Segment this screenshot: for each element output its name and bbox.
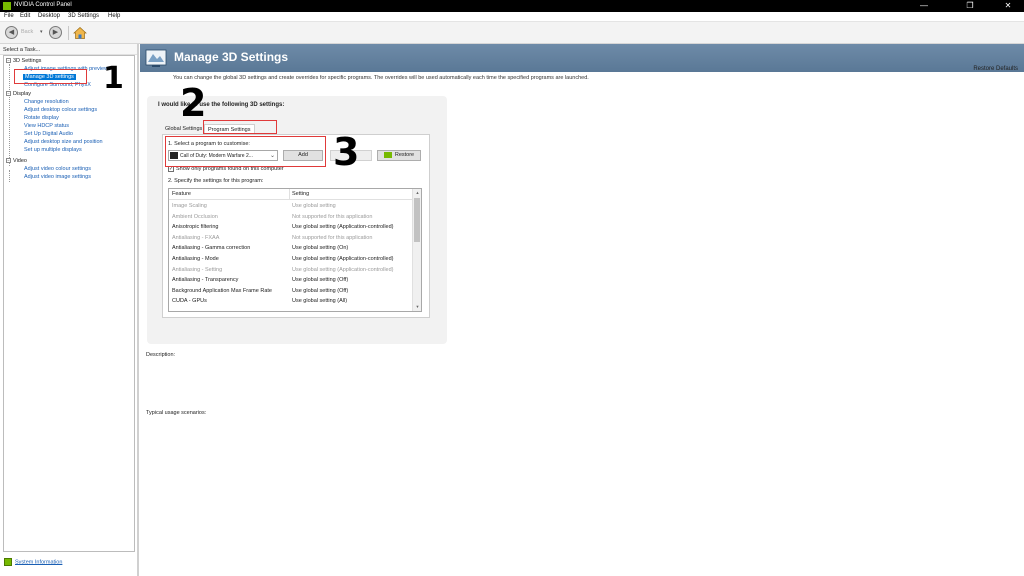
settings-heading: I would like to use the following 3D set… — [158, 102, 285, 108]
maximize-button[interactable]: ❐ — [956, 0, 984, 12]
close-button[interactable]: ✕ — [994, 0, 1022, 12]
left-arrow-icon: ◀ — [8, 29, 15, 36]
back-label: Back — [21, 29, 34, 35]
restore-program-button[interactable]: Restore — [377, 150, 421, 161]
step-number-3: 3 — [333, 130, 360, 174]
task-adjust-video-image[interactable]: Adjust video image settings — [24, 174, 91, 180]
system-information-icon — [4, 558, 12, 566]
selected-program-value: Call of Duty: Modern Warfare 2... — [180, 153, 253, 159]
tree-node-3d-settings[interactable]: −3D Settings — [6, 58, 41, 64]
menu-file[interactable]: File — [4, 13, 14, 19]
scroll-down-icon[interactable]: ▼ — [413, 303, 421, 311]
home-icon[interactable] — [73, 26, 87, 40]
page-banner: Manage 3D Settings — [140, 44, 1024, 72]
table-row[interactable]: Antialiasing - Transparency Use global se… — [169, 275, 413, 286]
collapse-icon[interactable]: − — [6, 58, 11, 64]
tab-global-settings[interactable]: Global Settings — [162, 124, 205, 134]
task-set-up-multiple-displays[interactable]: Set up multiple displays — [24, 147, 82, 153]
feature-settings-table: Feature Setting Image Scaling Use global … — [168, 188, 422, 312]
tab-program-settings[interactable]: Program Settings — [204, 124, 255, 134]
task-manage-3d-settings[interactable]: Manage 3D settings — [23, 74, 76, 80]
table-row[interactable]: CUDA - GPUs Use global setting (All) — [169, 296, 413, 307]
table-header: Feature Setting — [169, 189, 413, 200]
task-adjust-image-settings[interactable]: Adjust image settings with preview — [24, 66, 108, 72]
task-configure-surround-physx[interactable]: Configure Surround, PhysX — [24, 82, 91, 88]
right-arrow-icon: ▶ — [52, 29, 59, 36]
task-view-hdcp-status[interactable]: View HDCP status — [24, 123, 69, 129]
collapse-icon[interactable]: − — [6, 158, 11, 164]
column-separator — [289, 189, 290, 200]
task-set-up-digital-audio[interactable]: Set Up Digital Audio — [24, 131, 73, 137]
program-select[interactable]: Call of Duty: Modern Warfare 2... ⌄ — [168, 150, 278, 161]
task-tree: −3D Settings Adjust image settings with … — [3, 55, 135, 552]
table-row[interactable]: Anisotropic filtering Use global setting … — [169, 222, 413, 233]
table-scrollbar[interactable]: ▲ ▼ — [412, 189, 421, 311]
collapse-icon[interactable]: − — [6, 91, 11, 97]
show-only-label: Show only programs found on this compute… — [176, 166, 284, 172]
window-title: NVIDIA Control Panel — [14, 2, 72, 8]
tree-guide-line — [9, 64, 10, 166]
table-row[interactable]: Background Application Max Frame Rate Use… — [169, 286, 413, 297]
column-header-setting[interactable]: Setting — [292, 191, 309, 197]
restore-defaults-link[interactable]: Restore Defaults — [973, 66, 1018, 72]
back-button[interactable]: ◀ — [5, 26, 18, 39]
add-program-button[interactable]: Add — [283, 150, 323, 161]
menu-bar: File Edit Desktop 3D Settings Help — [0, 12, 1024, 22]
minimize-button[interactable]: — — [910, 0, 938, 12]
history-dropdown-icon[interactable]: ▾ — [40, 29, 43, 35]
page-title: Manage 3D Settings — [174, 50, 289, 64]
title-bar: NVIDIA Control Panel — ❐ ✕ — [0, 0, 1024, 12]
table-row[interactable]: Antialiasing - Gamma correction Use globa… — [169, 243, 413, 254]
game-icon — [170, 152, 178, 159]
menu-edit[interactable]: Edit — [20, 13, 30, 19]
nvidia-app-icon — [3, 2, 11, 10]
table-row[interactable]: Image Scaling Use global setting — [169, 201, 413, 212]
menu-desktop[interactable]: Desktop — [38, 13, 60, 19]
description-label: Description: — [146, 352, 176, 358]
column-header-feature[interactable]: Feature — [172, 191, 191, 197]
task-rotate-display[interactable]: Rotate display — [24, 115, 59, 121]
show-only-checkbox[interactable]: ✓ — [168, 166, 174, 172]
toolbar: ◀ Back ▾ ▶ — [0, 22, 1024, 44]
tree-guide-line — [9, 170, 10, 182]
task-adjust-video-colour[interactable]: Adjust video colour settings — [24, 166, 91, 172]
scroll-up-icon[interactable]: ▲ — [413, 189, 421, 197]
menu-help[interactable]: Help — [108, 13, 120, 19]
usage-scenarios-label: Typical usage scenarios: — [146, 410, 207, 416]
3d-settings-icon — [145, 49, 167, 67]
toolbar-separator — [68, 26, 69, 40]
table-row[interactable]: Antialiasing - Mode Use global setting (A… — [169, 254, 413, 265]
tree-node-display[interactable]: − Display — [6, 91, 31, 97]
select-program-label: 1. Select a program to customise: — [168, 141, 250, 147]
table-row[interactable]: Ambient Occlusion Not supported for this … — [169, 212, 413, 223]
step-number-2: 2 — [180, 81, 207, 125]
tree-node-video[interactable]: − Video — [6, 158, 27, 164]
table-row[interactable]: Antialiasing - FXAA Not supported for thi… — [169, 233, 413, 244]
table-row[interactable]: Antialiasing - Setting Use global setting… — [169, 265, 413, 276]
pane-splitter[interactable] — [137, 44, 139, 576]
forward-button[interactable]: ▶ — [49, 26, 62, 39]
menu-3d-settings[interactable]: 3D Settings — [68, 13, 99, 19]
task-adjust-desktop-colour[interactable]: Adjust desktop colour settings — [24, 107, 97, 113]
page-subheader: You can change the global 3D settings an… — [140, 66, 1024, 86]
nvidia-logo-icon — [383, 151, 392, 158]
system-information-link[interactable]: System Information — [4, 558, 136, 572]
task-change-resolution[interactable]: Change resolution — [24, 99, 69, 105]
scroll-thumb[interactable] — [414, 198, 420, 242]
step-number-1: 1 — [103, 61, 124, 96]
page-description: You can change the global 3D settings an… — [173, 75, 589, 81]
task-adjust-desktop-size[interactable]: Adjust desktop size and position — [24, 139, 103, 145]
chevron-down-icon: ⌄ — [269, 153, 275, 159]
specify-settings-label: 2. Specify the settings for this program… — [168, 178, 264, 184]
select-task-header: Select a Task... — [0, 44, 137, 55]
